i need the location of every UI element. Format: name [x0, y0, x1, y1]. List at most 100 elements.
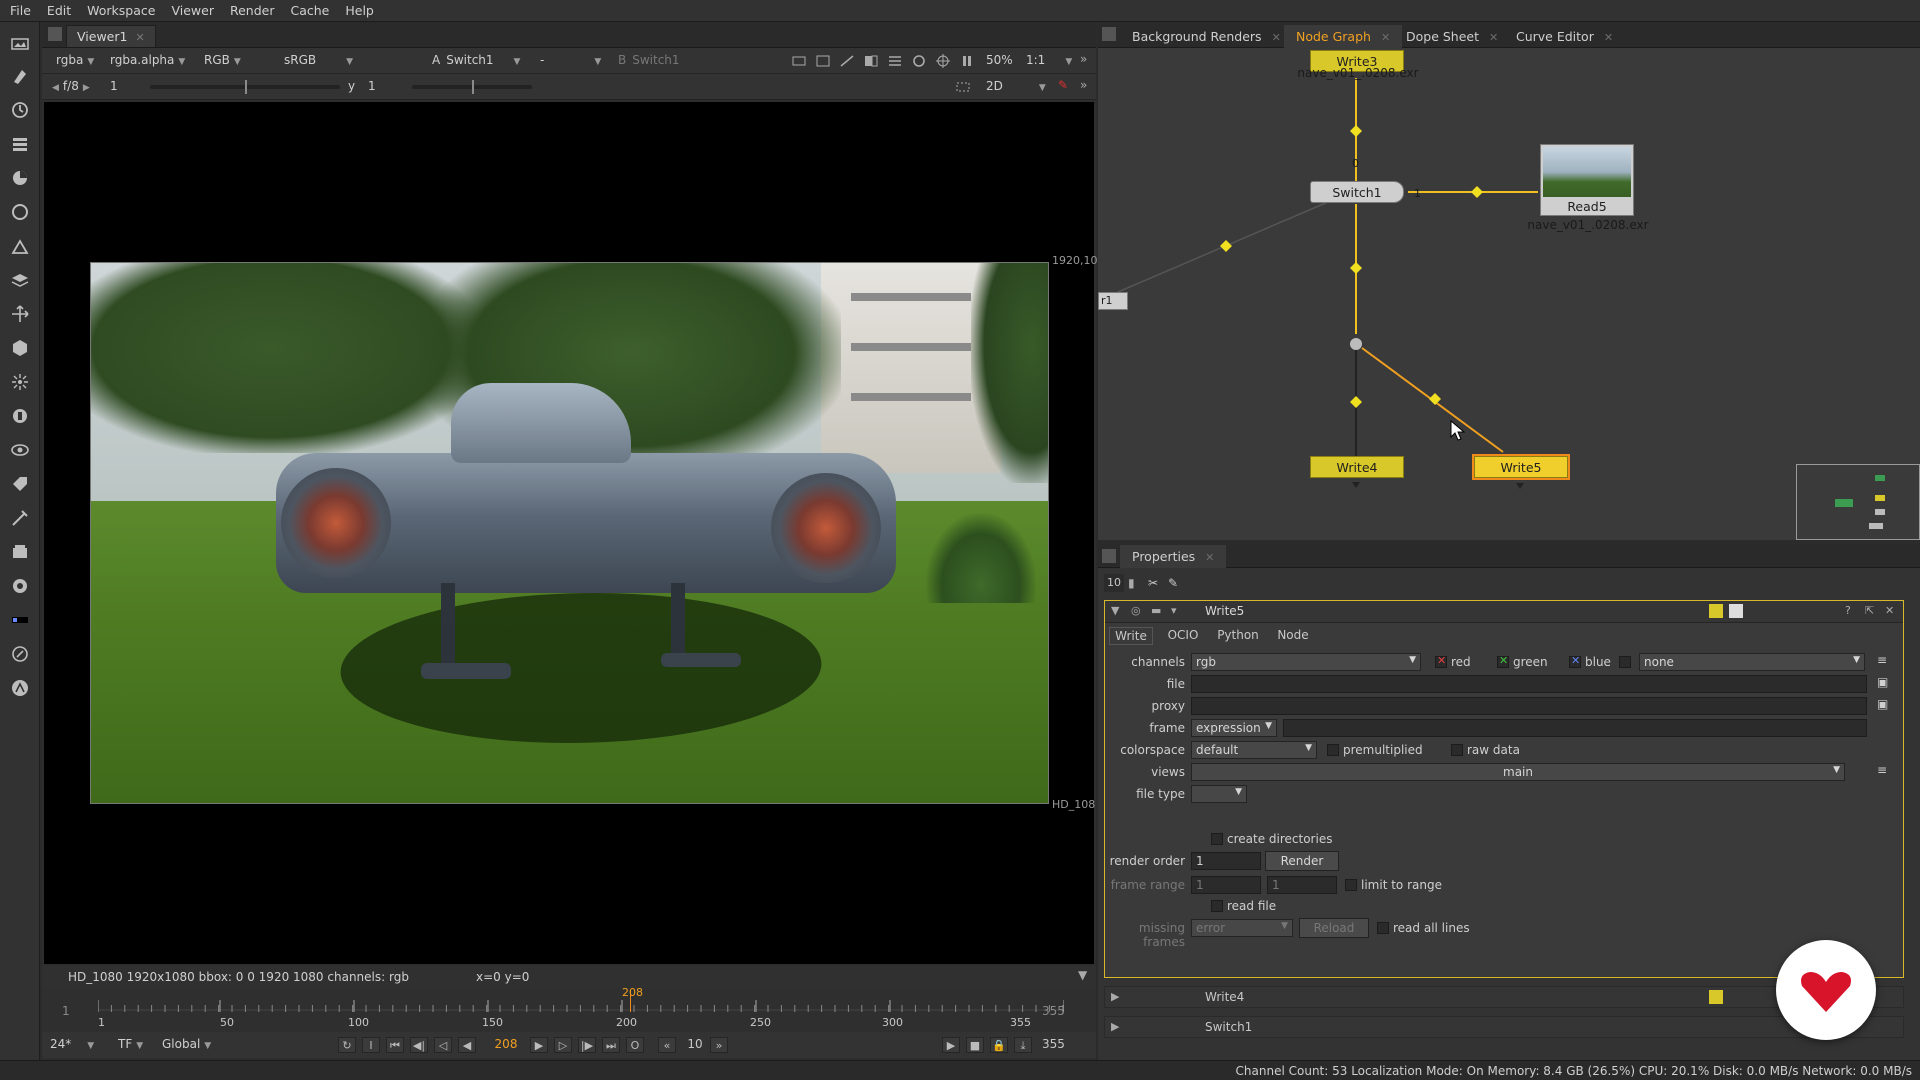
current-frame-field[interactable]: 208	[484, 1037, 528, 1053]
menu-help[interactable]: Help	[345, 3, 374, 18]
out-icon[interactable]: O	[626, 1037, 644, 1053]
max-panels-field[interactable]: 10	[1104, 574, 1124, 592]
menu-workspace[interactable]: Workspace	[87, 3, 155, 18]
lut-dropdown[interactable]: sRGB ▼	[280, 52, 357, 70]
blue-checkbox[interactable]	[1569, 654, 1581, 668]
menu-render[interactable]: Render	[230, 3, 275, 18]
refresh-icon[interactable]	[910, 52, 928, 70]
subtab-node[interactable]: Node	[1273, 627, 1313, 643]
step-forward-icon[interactable]: »	[710, 1037, 728, 1053]
node-switch1[interactable]: Switch1	[1310, 181, 1404, 203]
gain-field[interactable]: 1	[106, 78, 122, 96]
chevron-down-icon[interactable]: »	[1080, 78, 1092, 96]
close-icon[interactable]: ✕	[1205, 551, 1214, 564]
scope-dropdown[interactable]: Global ▼	[158, 1036, 215, 1054]
prev-frame-icon[interactable]: ◁	[434, 1037, 452, 1053]
read-file-checkbox[interactable]	[1211, 900, 1223, 912]
furnace-tool-icon[interactable]	[8, 574, 32, 598]
target-icon[interactable]	[934, 52, 952, 70]
green-checkbox[interactable]	[1497, 654, 1509, 668]
tile-color-swatch[interactable]	[1709, 990, 1723, 1004]
close-icon[interactable]: ✕	[135, 31, 144, 44]
gain-slider-handle[interactable]	[245, 80, 247, 94]
input-icon[interactable]: ▬	[1151, 604, 1161, 617]
proxy-field[interactable]	[1191, 697, 1867, 715]
raw-data-checkbox[interactable]	[1451, 744, 1463, 756]
list-icon[interactable]	[886, 52, 904, 70]
last-frame-icon[interactable]: ⏭	[602, 1037, 620, 1053]
channels-dropdown[interactable]: rgba ▼	[52, 52, 98, 70]
end-frame-field[interactable]: 355	[1042, 1037, 1065, 1051]
expand-icon[interactable]: ▼	[1078, 968, 1087, 982]
input-b-dropdown[interactable]: B Switch1	[614, 52, 684, 70]
chevron-down-icon[interactable]: »	[1080, 52, 1092, 70]
overlay-icon[interactable]	[814, 52, 832, 70]
channels-menu-icon[interactable]: ≡	[1877, 653, 1887, 667]
missing-frames-dropdown[interactable]: error ▼	[1191, 919, 1293, 937]
ofx-tool-icon[interactable]	[8, 608, 32, 632]
reload-button[interactable]: Reload	[1299, 918, 1369, 938]
roi-icon[interactable]	[790, 52, 808, 70]
dot-node[interactable]	[1350, 338, 1362, 350]
menu-file[interactable]: File	[10, 3, 31, 18]
transform-tool-icon[interactable]	[8, 302, 32, 326]
node-color-icon[interactable]: ▾	[1171, 604, 1177, 617]
pane-menu-icon[interactable]	[1102, 549, 1116, 563]
font-color-swatch[interactable]	[1729, 604, 1743, 618]
node-read5[interactable]: Read5	[1540, 144, 1634, 216]
display-channel-dropdown[interactable]: RGB ▼	[200, 52, 245, 70]
in-icon[interactable]: I	[362, 1037, 380, 1053]
nukex-tool-icon[interactable]	[8, 676, 32, 700]
views-dropdown[interactable]: main ▼	[1191, 763, 1845, 781]
deep-tool-icon[interactable]	[8, 404, 32, 428]
timeline-ruler[interactable]	[98, 988, 1064, 1032]
collapse-icon[interactable]: ▼	[1111, 604, 1119, 617]
subtab-ocio[interactable]: OCIO	[1163, 627, 1203, 643]
flipbook-icon[interactable]: ▶	[942, 1037, 960, 1053]
tf-dropdown[interactable]: TF ▼	[114, 1036, 147, 1054]
time-tool-icon[interactable]	[8, 98, 32, 122]
ratio-dropdown[interactable]: 1:1 ▼	[1022, 52, 1076, 70]
compare-icon[interactable]	[862, 52, 880, 70]
render-order-field[interactable]: 1	[1191, 852, 1261, 870]
gamma-field[interactable]: 1	[364, 78, 380, 96]
read-all-lines-checkbox[interactable]	[1377, 922, 1389, 934]
color-tool-icon[interactable]	[8, 166, 32, 190]
frame-range-start[interactable]: 1	[1191, 876, 1261, 894]
first-frame-icon[interactable]: ⏮	[386, 1037, 404, 1053]
frame-expression-field[interactable]	[1283, 719, 1867, 737]
image-tool-icon[interactable]	[8, 32, 32, 56]
step-back-icon[interactable]: «	[658, 1037, 676, 1053]
subtab-write[interactable]: Write	[1109, 627, 1153, 645]
lock-icon[interactable]: 🔒	[990, 1037, 1008, 1053]
wipe-icon[interactable]	[838, 52, 856, 70]
help-icon[interactable]: ?	[1845, 604, 1851, 617]
channels-dropdown[interactable]: rgb ▼	[1191, 653, 1421, 671]
other-tool-icon[interactable]	[8, 540, 32, 564]
3d-tool-icon[interactable]	[8, 336, 32, 360]
tab-properties[interactable]: Properties ✕	[1120, 545, 1227, 568]
limit-to-range-checkbox[interactable]	[1345, 879, 1357, 891]
close-all-icon[interactable]: ✂	[1148, 576, 1162, 590]
keyer-tool-icon[interactable]	[8, 234, 32, 258]
viewport[interactable]: 1920,10 HD_108	[44, 102, 1098, 964]
file-field[interactable]	[1191, 675, 1867, 693]
timeline[interactable]: 1 1 50 100 150 200 250 300 355 355 208	[42, 986, 1096, 1032]
prev-key-icon[interactable]: ◀|	[410, 1037, 428, 1053]
toolsets-tool-icon[interactable]	[8, 506, 32, 530]
tile-color-swatch[interactable]	[1709, 604, 1723, 618]
node-write5[interactable]: Write5	[1472, 454, 1570, 480]
node-name-field[interactable]: Write5	[1205, 604, 1244, 618]
expand-icon[interactable]: ▶	[1111, 1020, 1119, 1033]
expand-icon[interactable]: ▶	[1111, 990, 1119, 1003]
alpha-dropdown[interactable]: rgba.alpha ▼	[106, 52, 189, 70]
blend-dropdown[interactable]: - ▼	[536, 52, 605, 70]
menu-edit[interactable]: Edit	[47, 3, 71, 18]
edit-icon[interactable]: ✎	[1168, 576, 1182, 590]
input-a-dropdown[interactable]: A Switch1 ▼	[428, 52, 524, 70]
node-write4[interactable]: Write4	[1310, 456, 1404, 478]
frame-range-end[interactable]: 1	[1267, 876, 1337, 894]
play-backward-icon[interactable]: ◀	[458, 1037, 476, 1053]
proxy-browse-icon[interactable]: ▣	[1877, 697, 1888, 711]
play-forward-icon[interactable]: ▶	[530, 1037, 548, 1053]
